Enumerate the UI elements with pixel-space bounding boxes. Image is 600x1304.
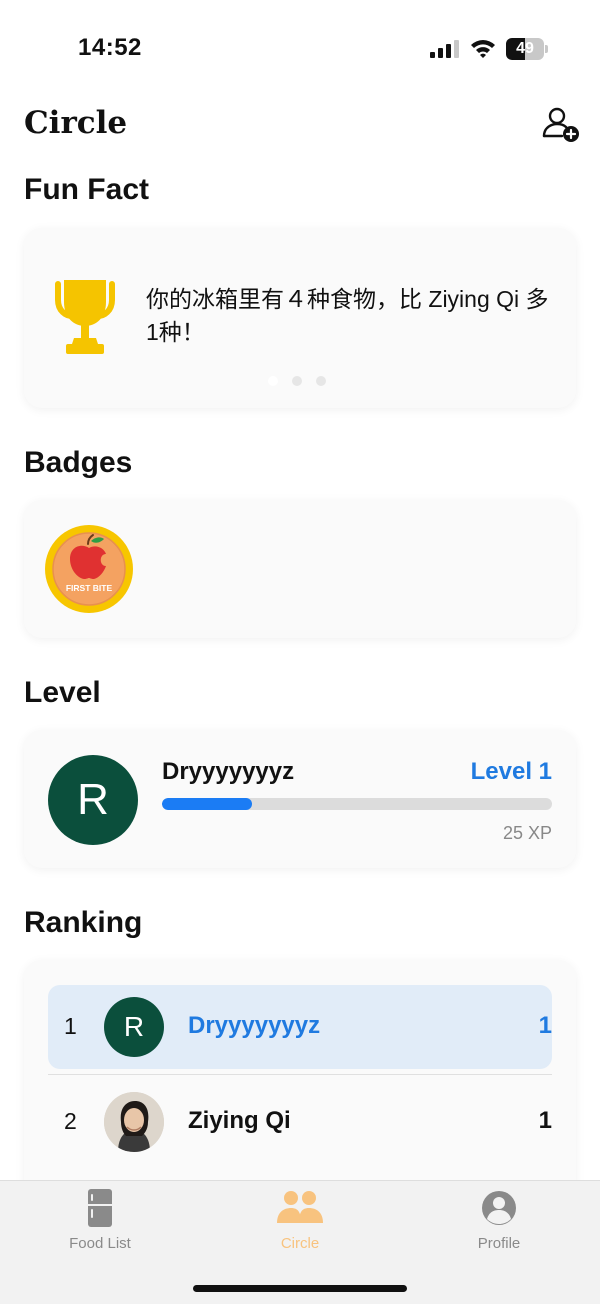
level-heading: Level: [24, 676, 101, 709]
tab-profile[interactable]: Profile: [424, 1189, 574, 1259]
badges-card: FIRST BITE: [24, 500, 576, 638]
cellular-signal-icon: [430, 40, 459, 58]
avatar-photo: [104, 1092, 164, 1152]
tab-label: Circle: [280, 1235, 320, 1252]
apple-badge-icon[interactable]: FIRST BITE: [44, 524, 134, 614]
fun-fact-heading: Fun Fact: [24, 173, 149, 206]
level-card: R Dryyyyyyyz Level 1 25 XP: [24, 730, 576, 868]
xp-value: 25 XP: [502, 823, 552, 843]
ranking-row[interactable]: 2 Ziying Qi 1: [48, 1080, 552, 1164]
fun-fact-card[interactable]: 你的冰箱里有４种食物，比 Ziying Qi 多1种！: [24, 228, 576, 408]
tab-circle[interactable]: Circle: [225, 1189, 375, 1259]
rank-name: Dryyyyyyyz: [188, 1012, 321, 1039]
badges-heading: Badges: [24, 446, 133, 479]
trophy-icon: [55, 280, 115, 354]
battery-percent: 49: [516, 40, 534, 57]
status-bar: 14:52 49: [0, 0, 600, 96]
status-time: 14:52: [78, 34, 142, 61]
badge-label: FIRST BITE: [66, 583, 113, 593]
avatar: R: [48, 755, 138, 845]
ranking-row[interactable]: 1 R Dryyyyyyyz 1: [48, 985, 552, 1069]
rank-name: Ziying Qi: [188, 1107, 291, 1134]
battery-icon: 49: [506, 38, 548, 60]
ranking-heading: Ranking: [24, 906, 143, 939]
people-icon: [277, 1191, 323, 1223]
home-indicator[interactable]: [193, 1285, 407, 1292]
person-add-icon[interactable]: [540, 105, 582, 145]
wifi-icon: [471, 40, 495, 58]
person-photo-icon: [104, 1092, 164, 1152]
xp-progress-fill: [162, 798, 252, 810]
tab-food-list[interactable]: Food List: [25, 1189, 175, 1259]
pager-dots[interactable]: [268, 376, 326, 386]
rank-number: 2: [64, 1108, 77, 1134]
rank-number: 1: [64, 1013, 77, 1039]
divider: [48, 1074, 552, 1075]
fun-fact-text: 你的冰箱里有４种食物，比 Ziying Qi 多1种！: [146, 286, 549, 345]
rank-score: 1: [538, 1012, 552, 1039]
page-title: Circle: [24, 105, 128, 141]
tab-label: Profile: [477, 1235, 521, 1252]
pager-dot[interactable]: [316, 376, 326, 386]
xp-progress-bar: [162, 798, 552, 810]
avatar: R: [104, 997, 164, 1057]
rank-score: 1: [538, 1107, 552, 1134]
fridge-icon: [88, 1189, 112, 1227]
tab-label: Food List: [69, 1235, 131, 1252]
profile-icon: [482, 1191, 516, 1225]
tab-bar: Food List Circle Profile: [0, 1180, 600, 1304]
pager-dot[interactable]: [292, 376, 302, 386]
level-label: Level 1: [470, 758, 552, 785]
pager-dot[interactable]: [268, 376, 278, 386]
level-username: Dryyyyyyyz: [162, 758, 295, 785]
